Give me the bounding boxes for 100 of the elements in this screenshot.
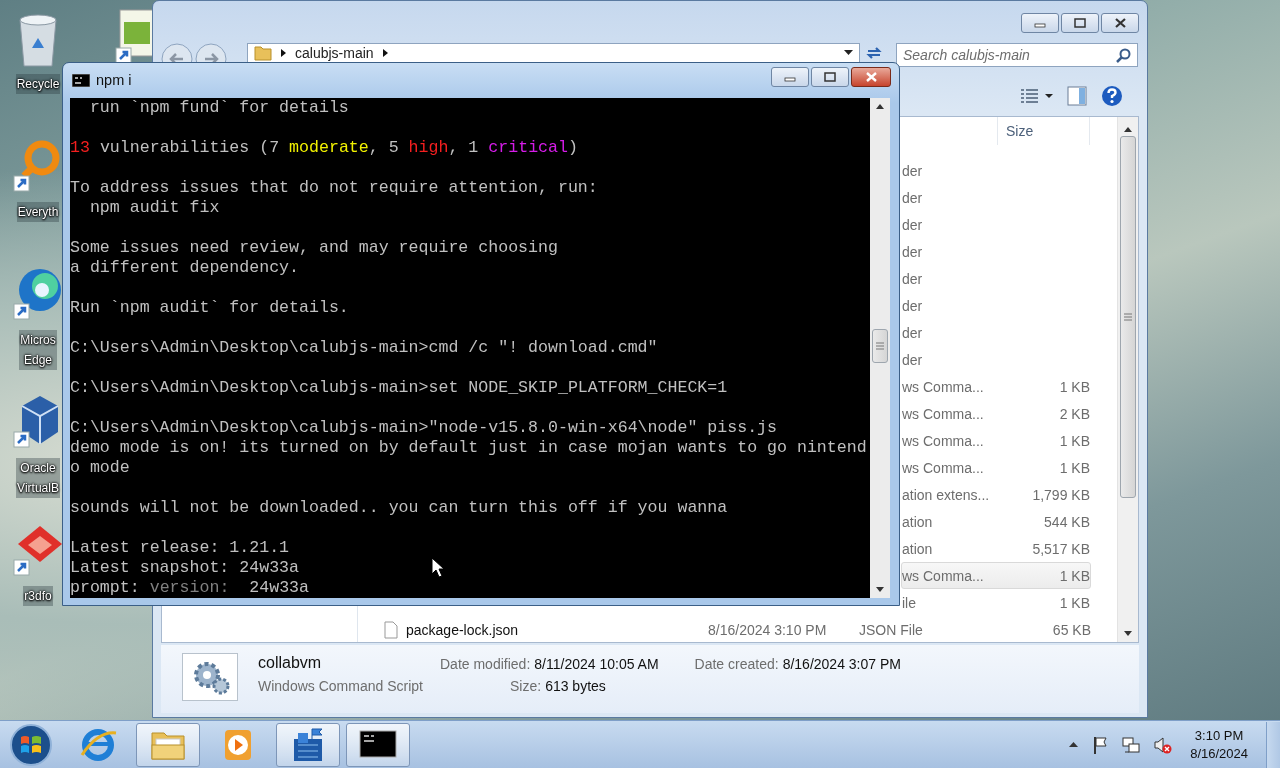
console-line: Run `npm audit` for details. bbox=[70, 298, 349, 318]
type-text: der bbox=[902, 162, 923, 179]
size-text: 1 KB bbox=[1059, 567, 1090, 584]
console-line: 13 vulnerabilities (7 moderate, 5 high, 1 critical) bbox=[70, 138, 578, 158]
document-icon[interactable] bbox=[114, 8, 152, 62]
clock[interactable]: 3:10 PM 8/16/2024 bbox=[1186, 726, 1252, 763]
taskbar-button[interactable] bbox=[346, 722, 410, 767]
file-row[interactable]: ws Comma... 1 KB bbox=[901, 373, 1091, 401]
search-field[interactable]: Search calubjs-main bbox=[896, 42, 1138, 67]
column-header[interactable]: Size bbox=[1006, 123, 1034, 140]
file-row[interactable]: der bbox=[901, 346, 1091, 374]
desktop-icon-label[interactable]: Recycle bbox=[15, 74, 61, 94]
file-row[interactable]: der bbox=[901, 157, 1091, 185]
scrollbar-thumb[interactable] bbox=[872, 329, 888, 363]
help-icon bbox=[1101, 85, 1123, 108]
type-text: ation bbox=[902, 513, 933, 530]
minimize-button[interactable] bbox=[1021, 13, 1059, 33]
scroll-down-icon[interactable] bbox=[1124, 631, 1132, 637]
close-button[interactable] bbox=[851, 67, 891, 87]
search-icon bbox=[1116, 47, 1131, 63]
desktop-icon-label[interactable]: r3dfo bbox=[23, 586, 53, 606]
type-text: der bbox=[902, 351, 923, 368]
view-options-button[interactable] bbox=[1020, 88, 1053, 105]
file-row[interactable]: der bbox=[901, 211, 1091, 239]
field-value: 8/16/2024 3:07 PM bbox=[782, 656, 901, 673]
console-line: sounds will not be downloaded.. you can turn this off if you wanna bbox=[70, 498, 728, 518]
scroll-up-icon[interactable] bbox=[876, 104, 884, 109]
size-text: 1 KB bbox=[1059, 378, 1090, 395]
file-row[interactable]: der bbox=[901, 292, 1091, 320]
console-icon bbox=[72, 73, 90, 87]
file-name: collabvm bbox=[258, 654, 323, 673]
file-row[interactable]: der bbox=[901, 265, 1091, 293]
console-line: demo mode is on! its turned on by default just in case mojan wants to go nintend bbox=[70, 438, 867, 458]
pane-icon bbox=[1067, 86, 1087, 107]
window-title: npm i bbox=[96, 72, 132, 88]
type-text: JSON File bbox=[859, 621, 923, 638]
maximize-button[interactable] bbox=[1061, 13, 1099, 33]
size-text: 1,799 KB bbox=[1032, 486, 1090, 503]
back-button[interactable] bbox=[161, 42, 193, 63]
field-value: 8/11/2024 10:05 AM bbox=[534, 656, 659, 673]
minimize-button[interactable] bbox=[771, 67, 809, 87]
file-row[interactable]: ation extens... 1,799 KB bbox=[901, 481, 1091, 509]
desktop-icon-label[interactable]: Everyth bbox=[16, 202, 60, 222]
address-segment[interactable]: calubjs-main bbox=[295, 44, 374, 61]
network-icon[interactable] bbox=[1122, 735, 1141, 754]
maximize-button[interactable] bbox=[811, 67, 849, 87]
chevron-right-icon[interactable] bbox=[381, 47, 389, 58]
caret-icon bbox=[1045, 94, 1053, 99]
speaker-icon[interactable] bbox=[1154, 735, 1173, 754]
type-text: ation extens... bbox=[902, 486, 990, 503]
console-line: npm audit fix bbox=[88, 198, 220, 218]
file-row[interactable]: ation 5,517 KB bbox=[901, 535, 1091, 563]
date-text: 8/16/2024 3:10 PM bbox=[708, 621, 827, 638]
scrollbar-thumb[interactable] bbox=[1120, 136, 1136, 499]
console-line: C:\Users\Admin\Desktop\calubjs-main>cmd /c "! download.cmd" bbox=[70, 338, 658, 358]
file-row[interactable]: der bbox=[901, 238, 1091, 266]
scrollbar[interactable] bbox=[870, 98, 890, 598]
close-icon bbox=[1113, 17, 1127, 29]
grip-icon bbox=[1124, 313, 1132, 322]
file-name[interactable]: package-lock.json bbox=[406, 621, 519, 638]
chevron-right-icon[interactable] bbox=[280, 47, 287, 58]
clock-date: 8/16/2024 bbox=[1190, 744, 1248, 763]
taskbar-button[interactable] bbox=[276, 722, 340, 767]
grip-icon bbox=[876, 342, 884, 350]
close-button[interactable] bbox=[1101, 13, 1139, 33]
size-text: 1 KB bbox=[1059, 459, 1090, 476]
show-hidden-icons-button[interactable] bbox=[1069, 742, 1079, 747]
file-row[interactable]: package-lock.json 8/16/2024 3:10 PM JSON File 65 KB bbox=[358, 616, 1117, 644]
type-text: ws Comma... bbox=[902, 459, 984, 476]
file-icon bbox=[384, 620, 398, 639]
file-row[interactable]: der bbox=[901, 319, 1091, 347]
scroll-down-icon[interactable] bbox=[876, 587, 884, 592]
type-text: ws Comma... bbox=[902, 432, 984, 449]
list-view-icon bbox=[1020, 88, 1039, 105]
size-text: 1 KB bbox=[1059, 432, 1090, 449]
clock-time: 3:10 PM bbox=[1194, 726, 1244, 745]
file-row[interactable]: ation 544 KB bbox=[901, 508, 1091, 536]
console-line: run `npm fund` for details bbox=[88, 98, 349, 118]
desktop-icon-label[interactable]: Micros Edge bbox=[19, 330, 57, 370]
console-line: Some issues need review, and may require choosing bbox=[70, 238, 558, 258]
help-button[interactable] bbox=[1101, 85, 1123, 108]
file-row[interactable]: ws Comma... 1 KB bbox=[901, 454, 1091, 482]
dropdown-caret-icon[interactable] bbox=[844, 50, 853, 56]
type-text: der bbox=[902, 297, 923, 314]
file-row[interactable]: der bbox=[901, 184, 1091, 212]
console-line: Latest snapshot: 24w33a bbox=[70, 558, 300, 578]
type-text: der bbox=[902, 243, 923, 260]
flag-icon[interactable] bbox=[1092, 735, 1109, 754]
file-row[interactable]: ws Comma... 1 KB bbox=[901, 427, 1091, 455]
file-row[interactable]: ws Comma... 2 KB bbox=[901, 400, 1091, 428]
scrollbar[interactable] bbox=[1117, 117, 1138, 643]
close-icon bbox=[864, 71, 878, 83]
forward-button[interactable] bbox=[195, 42, 227, 63]
console-line: prompt: version: 24w33a bbox=[70, 578, 309, 598]
type-text: der bbox=[902, 189, 923, 206]
scroll-up-icon[interactable] bbox=[1124, 127, 1132, 133]
type-text: ws Comma... bbox=[902, 567, 984, 584]
type-text: der bbox=[902, 270, 923, 287]
file-row[interactable]: ile 1 KB bbox=[901, 589, 1091, 617]
file-row[interactable]: ws Comma... 1 KB bbox=[901, 562, 1091, 590]
